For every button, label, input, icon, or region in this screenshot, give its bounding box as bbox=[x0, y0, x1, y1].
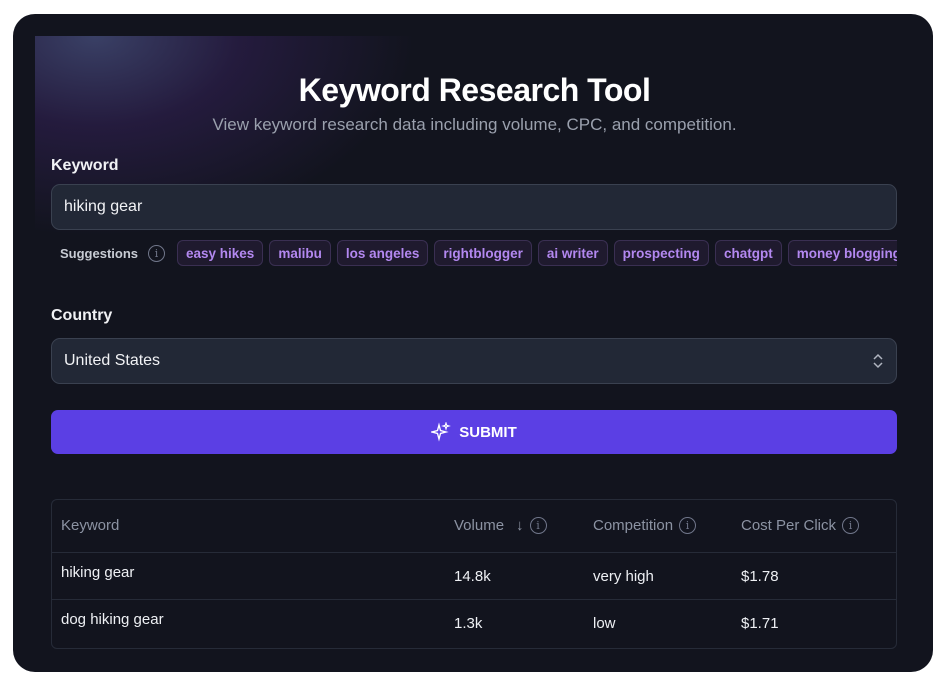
cell-volume: 14.8k bbox=[454, 568, 491, 585]
suggestion-chip[interactable]: malibu bbox=[269, 240, 331, 266]
cell-cpc: $1.78 bbox=[741, 568, 779, 585]
column-cpc[interactable]: Cost Per Click i bbox=[741, 517, 860, 534]
submit-label: SUBMIT bbox=[459, 423, 517, 441]
keyword-label: Keyword bbox=[51, 157, 119, 174]
sparkles-icon bbox=[431, 422, 452, 442]
cell-volume: 1.3k bbox=[454, 615, 483, 632]
country-select[interactable]: United States bbox=[51, 338, 897, 384]
chevron-up-down-icon bbox=[873, 353, 883, 369]
table-header: Keyword Volume ↓ i Competition i Cost Per C… bbox=[52, 500, 896, 553]
column-keyword[interactable]: Keyword bbox=[61, 517, 119, 534]
submit-button[interactable]: SUBMIT bbox=[51, 410, 897, 454]
suggestion-chip[interactable]: chatgpt bbox=[714, 240, 782, 266]
suggestion-chip[interactable]: money blogging bbox=[787, 240, 897, 266]
country-select-value: United States bbox=[64, 352, 161, 369]
page-title: Keyword Research Tool bbox=[298, 72, 651, 108]
suggestion-chip[interactable]: easy hikes bbox=[177, 240, 264, 266]
page-subtitle: View keyword research data including vol… bbox=[212, 115, 737, 134]
table-row[interactable]: hiking gear 14.8k very high $1.78 bbox=[52, 553, 896, 600]
keyword-input-value: hiking gear bbox=[64, 198, 143, 215]
cell-keyword: dog hiking gear bbox=[61, 611, 164, 628]
cell-competition: low bbox=[593, 615, 616, 632]
results-table: Keyword Volume ↓ i Competition i Cost Per C… bbox=[51, 499, 897, 649]
sort-down-icon[interactable]: ↓ bbox=[516, 517, 524, 534]
suggestion-chip[interactable]: prospecting bbox=[613, 240, 709, 266]
country-label: Country bbox=[51, 307, 113, 324]
suggestions-label: Suggestions bbox=[60, 245, 139, 261]
suggestion-chip[interactable]: ai writer bbox=[537, 240, 608, 266]
column-competition[interactable]: Competition i bbox=[593, 517, 697, 534]
info-icon[interactable]: i bbox=[148, 244, 166, 262]
cell-cpc: $1.71 bbox=[741, 615, 779, 632]
cell-competition: very high bbox=[593, 568, 654, 585]
cell-keyword: hiking gear bbox=[61, 564, 135, 581]
table-row[interactable]: dog hiking gear 1.3k low $1.71 bbox=[52, 600, 896, 648]
suggestion-chip[interactable]: los angeles bbox=[336, 240, 429, 266]
info-icon[interactable]: i bbox=[842, 517, 860, 534]
suggestion-chip[interactable]: rightblogger bbox=[434, 240, 532, 266]
keyword-input[interactable]: hiking gear bbox=[51, 184, 897, 230]
info-icon[interactable]: i bbox=[529, 517, 547, 534]
column-volume[interactable]: Volume ↓ i bbox=[454, 517, 547, 534]
suggestions-row: Suggestions i easy hikes malibu los ange… bbox=[60, 240, 897, 266]
info-icon[interactable]: i bbox=[679, 517, 697, 534]
